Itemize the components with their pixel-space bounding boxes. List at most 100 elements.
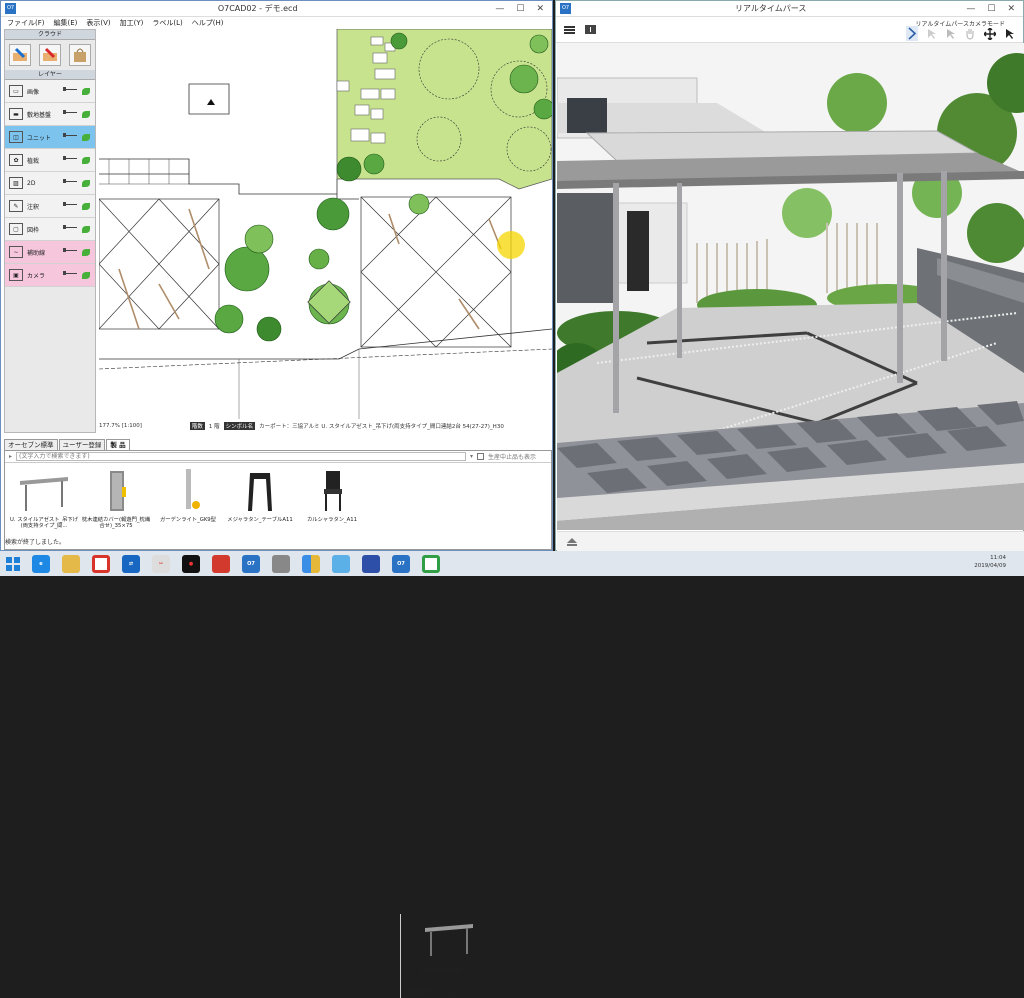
visibility-leaf-icon[interactable]	[82, 179, 90, 187]
pin-icon[interactable]	[63, 133, 77, 139]
perspective-window: O7 リアルタイムパース — ☐ ✕ リアルタイムパースカメラモード	[555, 0, 1024, 551]
menu-view[interactable]: 表示(V)	[86, 18, 110, 28]
o7cad-icon[interactable]: O7	[242, 554, 260, 573]
pointer-icon[interactable]	[946, 28, 956, 40]
pin-icon[interactable]	[63, 156, 77, 162]
layer-item-1[interactable]: ▬ 敷地基盤	[5, 103, 95, 126]
visibility-leaf-icon[interactable]	[82, 271, 90, 279]
select-pointer-icon[interactable]	[927, 28, 937, 40]
site-base-icon: ▬	[9, 108, 23, 120]
walk-pointer-icon[interactable]	[1005, 28, 1015, 40]
garden-light-thumbnail	[160, 467, 216, 515]
product-search-input[interactable]: (文字入力で検索できます)	[16, 452, 467, 461]
cad-window: O7 O7CAD02 - デモ.ecd — ☐ ✕ ファイル(F) 編集(E) …	[0, 0, 553, 998]
hatch-2d-icon: ▨	[9, 177, 23, 189]
layer-item-5[interactable]: ✎ 注釈	[5, 195, 95, 218]
tab-user-registered[interactable]: ユーザー登録	[58, 439, 106, 450]
library-tabs: オーセブン標準 ユーザー登録 製 品	[4, 439, 130, 450]
product-item[interactable]: 枕木連結カバー(報遊門_枕繊合せ)_35×75	[80, 465, 152, 541]
menu-process[interactable]: 加工(Y)	[120, 18, 144, 28]
notepad-app-icon[interactable]	[332, 554, 350, 573]
visibility-leaf-icon[interactable]	[82, 156, 90, 164]
pin-icon[interactable]	[63, 225, 77, 231]
selected-product-panel: 54(27-27)_H30 検索が終了しました。	[400, 914, 552, 998]
menu-file[interactable]: ファイル(F)	[7, 18, 45, 28]
tab-products[interactable]: 製 品	[106, 439, 130, 450]
product-item[interactable]: メジャラタン_テーブルA11	[224, 465, 296, 541]
cloud-download-button[interactable]	[39, 44, 61, 66]
o7cad-active-icon[interactable]: O7	[392, 554, 410, 573]
perspective-toolbar: リアルタイムパースカメラモード	[556, 17, 1023, 43]
snipping-tool-icon[interactable]: ✂	[152, 554, 170, 573]
cloud-shop-button[interactable]	[69, 44, 91, 66]
minimize-icon[interactable]: —	[966, 4, 975, 14]
move-arrows-icon[interactable]	[984, 27, 996, 40]
layer-item-3[interactable]: ✿ 植栽	[5, 149, 95, 172]
visibility-leaf-icon[interactable]	[82, 110, 90, 118]
shield-app-icon[interactable]	[362, 554, 380, 573]
eject-icon[interactable]	[565, 536, 579, 548]
close-icon[interactable]: ✕	[536, 4, 544, 14]
product-name: 枕木連結カバー(報遊門_枕繊合せ)_35×75	[81, 517, 151, 529]
product-item[interactable]: カルシャラタン_A11	[296, 465, 368, 541]
visibility-leaf-icon[interactable]	[82, 248, 90, 256]
close-icon[interactable]: ✕	[1007, 4, 1015, 14]
garden-3d-render	[557, 43, 1024, 530]
maximize-icon[interactable]: ☐	[516, 4, 524, 14]
cloud-download-icon	[43, 47, 57, 61]
chevron-right-icon[interactable]	[906, 26, 918, 41]
layer-item-0[interactable]: ▭ 画像	[5, 80, 95, 103]
pin-icon[interactable]	[63, 202, 77, 208]
dropdown-chevron-icon[interactable]: ▾	[470, 453, 473, 460]
site-plan-drawing	[99, 29, 552, 419]
tool-app-icon[interactable]	[272, 554, 290, 573]
product-item[interactable]: ガーデンライト_GK9型	[152, 465, 224, 541]
hamburger-menu-icon[interactable]	[564, 25, 575, 34]
layer-item-2[interactable]: ◫ ユニット	[5, 126, 95, 149]
start-button[interactable]	[0, 551, 26, 576]
teamviewer-icon[interactable]: ⇄	[122, 554, 140, 573]
grid-view-icon[interactable]	[585, 25, 596, 34]
red-app-icon[interactable]	[212, 554, 230, 573]
visibility-leaf-icon[interactable]	[82, 87, 90, 95]
product-name: ガーデンライト_GK9型	[160, 517, 216, 523]
hand-pan-icon[interactable]	[965, 28, 975, 40]
visibility-leaf-icon[interactable]	[82, 133, 90, 141]
pin-icon[interactable]	[63, 248, 77, 254]
menu-label[interactable]: ラベル(L)	[152, 18, 182, 28]
maximize-icon[interactable]: ☐	[987, 4, 995, 14]
layers-header: レイヤー	[5, 70, 95, 80]
layer-item-8[interactable]: ▣ カメラ	[5, 264, 95, 287]
file-explorer-icon[interactable]	[62, 554, 80, 573]
layer-item-6[interactable]: ▢ 図枠	[5, 218, 95, 241]
pin-icon[interactable]	[63, 110, 77, 116]
layer-item-7[interactable]: ∼ 補助線	[5, 241, 95, 264]
chrome-icon[interactable]	[92, 554, 110, 573]
tab-o7-standard[interactable]: オーセブン標準	[4, 439, 58, 450]
visibility-leaf-icon[interactable]	[82, 202, 90, 210]
product-item[interactable]: U. スタイルアゼスト_吊下げ(両支持タイプ_間...	[8, 465, 80, 541]
cloud-upload-button[interactable]	[9, 44, 31, 66]
realtime-perspective-view[interactable]	[557, 43, 1024, 530]
perspective-title: リアルタイムパース	[735, 4, 807, 13]
menu-edit[interactable]: 編集(E)	[54, 18, 78, 28]
minimize-icon[interactable]: —	[495, 4, 504, 14]
pin-icon[interactable]	[63, 271, 77, 277]
internet-explorer-icon[interactable]: e	[32, 554, 50, 573]
grid-app-icon[interactable]	[302, 554, 320, 573]
app-icon: O7	[5, 3, 16, 14]
clock-date: 2019/04/09	[974, 563, 1006, 569]
layer-item-4[interactable]: ▨ 2D	[5, 172, 95, 195]
menu-help[interactable]: ヘルプ(H)	[192, 18, 224, 28]
frame-icon: ▢	[9, 223, 23, 235]
chrome-alt-icon[interactable]	[422, 554, 440, 573]
layer-label: 図枠	[27, 226, 40, 234]
cad-plan-canvas[interactable]	[99, 29, 552, 419]
pin-icon[interactable]	[63, 179, 77, 185]
layer-label: カメラ	[27, 272, 46, 280]
selected-product-name: 54(27-27)_H30	[421, 968, 463, 974]
discontinued-checkbox[interactable]	[477, 453, 485, 460]
pin-icon[interactable]	[63, 87, 77, 93]
record-icon[interactable]: ●	[182, 554, 200, 573]
visibility-leaf-icon[interactable]	[82, 225, 90, 233]
